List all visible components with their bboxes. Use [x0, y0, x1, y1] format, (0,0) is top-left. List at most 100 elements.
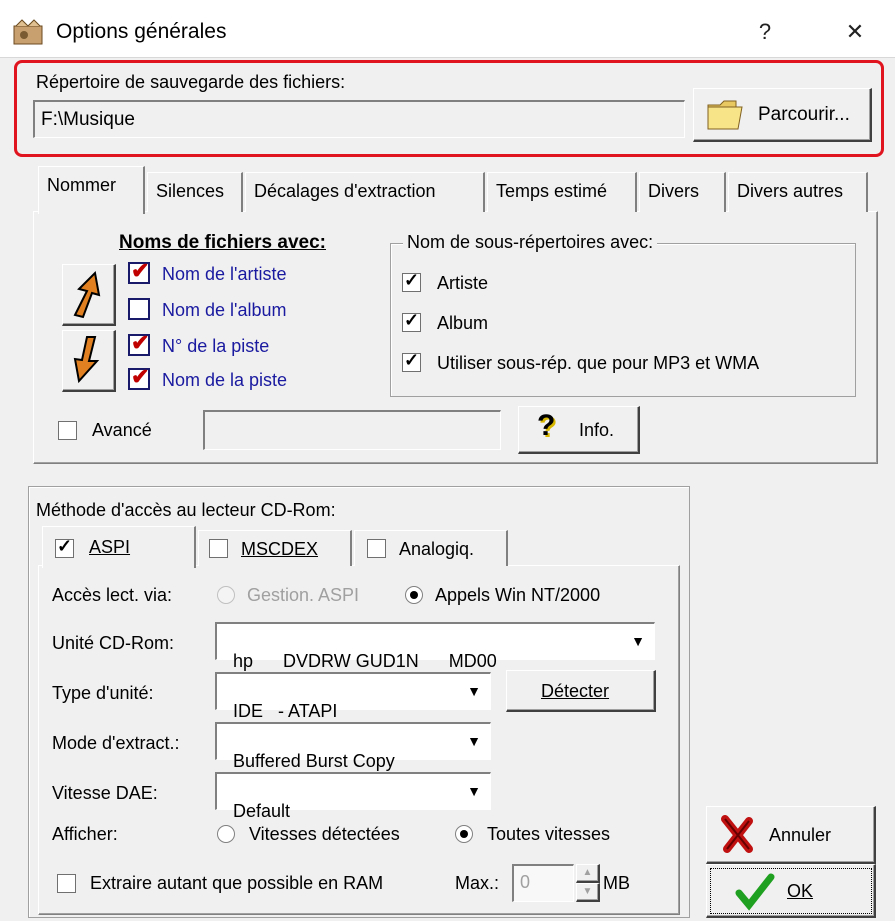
check-subdir-mp3-only[interactable]: ✓	[402, 350, 421, 372]
radio-appels-win[interactable]	[405, 586, 423, 604]
check-subdir-artist[interactable]: ✓	[402, 270, 421, 292]
check-extract-ram[interactable]	[57, 874, 76, 893]
browse-button[interactable]: Parcourir...	[693, 88, 872, 142]
tab-decalages[interactable]: Décalages d'extraction	[245, 172, 485, 212]
check-icon	[735, 873, 775, 911]
check-icon: ✓	[404, 350, 420, 370]
mode-label: Mode d'extract.:	[52, 733, 180, 753]
drive-select[interactable]: hp DVDRW GUD1N MD00 ▼	[215, 622, 655, 671]
info-label: Info.	[579, 420, 615, 440]
chevron-down-icon: ▼	[467, 683, 481, 699]
tab-analogiq[interactable]: Analogiq.	[354, 530, 508, 566]
tab-silences[interactable]: Silences	[147, 172, 243, 212]
check-track-number[interactable]: ✔	[128, 330, 150, 356]
radio-detected-speeds[interactable]	[217, 825, 235, 843]
type-label: Type d'unité:	[52, 683, 154, 703]
check-artist-name[interactable]: ✔	[128, 258, 150, 284]
arrow-up-icon	[73, 270, 101, 319]
check-track-name-label: Nom de la piste	[162, 370, 288, 390]
check-advanced-label: Avancé	[92, 420, 152, 440]
cdrom-legend: Méthode d'accès au lecteur CD-Rom:	[36, 500, 336, 520]
cancel-x-icon	[721, 815, 753, 853]
chevron-down-icon: ▼	[631, 633, 645, 649]
radio-gestion-aspi[interactable]	[217, 586, 235, 604]
detect-button[interactable]: Détecter	[506, 670, 656, 712]
question-icon: ?	[537, 409, 556, 442]
mode-select[interactable]: Buffered Burst Copy ▼	[215, 722, 491, 771]
check-subdir-album-label: Album	[437, 313, 489, 333]
check-subdir-album[interactable]: ✓	[402, 310, 421, 332]
info-button[interactable]: ? Info.	[518, 406, 640, 454]
radio-detected-speeds-label: Vitesses détectées	[249, 824, 400, 844]
type-select[interactable]: IDE - ATAPI ▼	[215, 672, 491, 721]
check-album-name-label: Nom de l'album	[162, 300, 287, 320]
mode-value: Buffered Burst Copy	[233, 751, 395, 771]
cancel-label: Annuler	[769, 825, 832, 845]
chevron-down-icon: ▼	[467, 733, 481, 749]
check-track-number-label: N° de la piste	[162, 336, 270, 356]
folder-icon	[707, 100, 743, 130]
check-icon: ✓	[404, 310, 420, 330]
cancel-button[interactable]: Annuler	[706, 806, 876, 864]
drive-value: hp DVDRW GUD1N MD00	[233, 651, 497, 671]
window-title: Options générales	[56, 20, 227, 43]
browse-label: Parcourir...	[758, 104, 850, 125]
speed-value: Default	[233, 801, 291, 821]
tab-divers[interactable]: Divers	[639, 172, 726, 212]
detect-label: Détecter	[541, 681, 610, 701]
radio-dot-icon	[410, 591, 418, 599]
close-button[interactable]: ✕	[830, 12, 880, 52]
ok-button[interactable]: OK	[706, 864, 876, 918]
check-extract-ram-label: Extraire autant que possible en RAM	[90, 873, 384, 893]
tab-temps-estime[interactable]: Temps estimé	[487, 172, 637, 212]
check-icon: ✔	[131, 330, 150, 355]
save-path-field[interactable]: F:\Musique	[33, 100, 685, 138]
type-value: IDE - ATAPI	[233, 701, 338, 721]
tab-mscdex-label: MSCDEX	[241, 539, 319, 559]
tab-analogiq-label: Analogiq.	[399, 539, 475, 559]
save-dir-label: Répertoire de sauvegarde des fichiers:	[36, 72, 346, 92]
advanced-field[interactable]	[203, 410, 501, 450]
check-icon: ✔	[131, 258, 150, 283]
ok-label: OK	[787, 881, 814, 901]
tab-nommer[interactable]: Nommer	[38, 166, 145, 214]
tab-divers-autres[interactable]: Divers autres	[728, 172, 868, 212]
spin-down-button[interactable]: ▼	[576, 883, 600, 902]
analogiq-checkbox	[367, 539, 386, 558]
spin-up-button[interactable]: ▲	[576, 864, 600, 883]
filenames-heading: Noms de fichiers avec:	[119, 232, 326, 253]
move-down-button[interactable]	[62, 330, 116, 392]
max-field[interactable]: 0	[512, 864, 574, 902]
mscdex-checkbox	[209, 539, 228, 558]
radio-appels-win-label: Appels Win NT/2000	[435, 585, 601, 605]
radio-gestion-aspi-label: Gestion. ASPI	[247, 585, 360, 605]
chevron-down-icon: ▼	[467, 783, 481, 799]
tab-aspi-label: ASPI	[89, 537, 131, 557]
check-icon: ✓	[404, 270, 420, 290]
check-advanced[interactable]	[58, 421, 77, 440]
app-icon	[13, 19, 43, 45]
arrow-down-icon	[73, 336, 100, 384]
check-subdir-artist-label: Artiste	[437, 273, 489, 293]
max-label: Max.:	[455, 873, 500, 893]
radio-all-speeds[interactable]	[455, 825, 473, 843]
tab-aspi[interactable]: ✓ ASPI	[42, 526, 196, 568]
access-label: Accès lect. via:	[52, 585, 173, 605]
check-album-name[interactable]	[128, 298, 150, 320]
move-up-button[interactable]	[62, 264, 116, 326]
mb-label: MB	[603, 873, 630, 893]
check-subdir-mp3-only-label: Utiliser sous-rép. que pour MP3 et WMA	[437, 353, 760, 373]
tab-mscdex[interactable]: MSCDEX	[198, 530, 352, 566]
check-artist-name-label: Nom de l'artiste	[162, 264, 287, 284]
show-label: Afficher:	[52, 824, 118, 844]
radio-dot-icon	[460, 830, 468, 838]
radio-all-speeds-label: Toutes vitesses	[487, 824, 611, 844]
speed-select[interactable]: Default ▼	[215, 772, 491, 821]
check-icon: ✓	[57, 536, 73, 556]
check-track-name[interactable]: ✔	[128, 364, 150, 390]
speed-label: Vitesse DAE:	[52, 783, 158, 803]
help-button[interactable]: ?	[740, 12, 790, 52]
drive-label: Unité CD-Rom:	[52, 633, 175, 653]
subdir-legend: Nom de sous-répertoires avec:	[403, 232, 658, 253]
check-icon: ✔	[131, 364, 150, 389]
